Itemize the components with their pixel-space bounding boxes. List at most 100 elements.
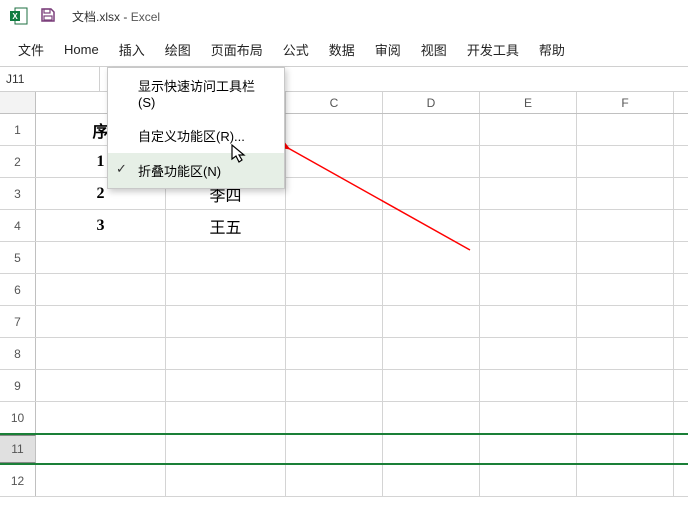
cell[interactable] [383, 274, 480, 305]
cell[interactable] [383, 435, 480, 463]
cell[interactable] [286, 402, 383, 433]
cell[interactable] [383, 210, 480, 241]
cell[interactable] [286, 242, 383, 273]
cell[interactable] [480, 146, 577, 177]
cell[interactable] [36, 306, 166, 337]
cell[interactable] [577, 146, 674, 177]
cell[interactable] [577, 435, 674, 463]
row-header[interactable]: 12 [0, 465, 36, 496]
row-header[interactable]: 7 [0, 306, 36, 337]
menu-file[interactable]: 文件 [8, 34, 54, 65]
cell[interactable] [286, 178, 383, 209]
cell[interactable] [36, 435, 166, 463]
cell[interactable] [577, 370, 674, 401]
cell[interactable] [383, 242, 480, 273]
menu-draw[interactable]: 绘图 [155, 34, 201, 65]
cell[interactable] [36, 242, 166, 273]
cell[interactable] [577, 178, 674, 209]
cell[interactable] [36, 465, 166, 496]
row-header[interactable]: 2 [0, 146, 36, 177]
menu-data[interactable]: 数据 [319, 34, 365, 65]
cell[interactable] [480, 178, 577, 209]
menu-layout[interactable]: 页面布局 [201, 34, 273, 65]
cell[interactable] [36, 274, 166, 305]
cell[interactable] [577, 306, 674, 337]
cell[interactable] [166, 402, 286, 433]
cell[interactable] [286, 370, 383, 401]
col-header-E[interactable]: E [480, 92, 577, 113]
cell[interactable] [286, 306, 383, 337]
cell[interactable] [480, 338, 577, 369]
cell[interactable] [577, 402, 674, 433]
cell[interactable] [480, 210, 577, 241]
row-header[interactable]: 5 [0, 242, 36, 273]
cell[interactable] [480, 114, 577, 145]
name-box[interactable]: J11 [0, 67, 100, 91]
row-header[interactable]: 4 [0, 210, 36, 241]
cell[interactable] [166, 338, 286, 369]
cell[interactable] [383, 306, 480, 337]
cell[interactable] [286, 210, 383, 241]
row-header[interactable]: 8 [0, 338, 36, 369]
select-all-corner[interactable] [0, 92, 36, 113]
cell[interactable] [286, 338, 383, 369]
col-header-F[interactable]: F [577, 92, 674, 113]
row-header[interactable]: 1 [0, 114, 36, 145]
cell[interactable] [383, 465, 480, 496]
ctx-show-qat[interactable]: 显示快速访问工具栏(S) [108, 68, 284, 118]
cell[interactable] [166, 435, 286, 463]
cell-A4[interactable]: 3 [36, 210, 166, 241]
cell[interactable] [286, 146, 383, 177]
cell[interactable] [480, 274, 577, 305]
cell[interactable] [480, 402, 577, 433]
cell[interactable] [36, 370, 166, 401]
save-icon[interactable] [40, 7, 58, 25]
cell[interactable] [286, 114, 383, 145]
row-header[interactable]: 3 [0, 178, 36, 209]
cell[interactable] [480, 242, 577, 273]
cell[interactable] [480, 465, 577, 496]
title-bar: X 文档.xlsx - Excel [0, 0, 688, 32]
cell[interactable] [577, 114, 674, 145]
row-header[interactable]: 9 [0, 370, 36, 401]
ctx-collapse-ribbon[interactable]: ✓ 折叠功能区(N) [108, 153, 284, 188]
cell[interactable] [480, 306, 577, 337]
row-header[interactable]: 10 [0, 402, 36, 433]
cell[interactable] [36, 402, 166, 433]
cell[interactable] [166, 274, 286, 305]
cell[interactable] [480, 435, 577, 463]
cell[interactable] [286, 465, 383, 496]
row-header[interactable]: 6 [0, 274, 36, 305]
ctx-customize-ribbon[interactable]: 自定义功能区(R)... [108, 118, 284, 153]
menu-insert[interactable]: 插入 [109, 34, 155, 65]
cell[interactable] [383, 114, 480, 145]
cell[interactable] [383, 338, 480, 369]
cell[interactable] [383, 402, 480, 433]
cell[interactable] [286, 274, 383, 305]
col-header-C[interactable]: C [286, 92, 383, 113]
cell[interactable] [36, 338, 166, 369]
cell[interactable] [577, 242, 674, 273]
menu-formulas[interactable]: 公式 [273, 34, 319, 65]
cell-B4[interactable]: 王五 [166, 210, 286, 241]
menu-review[interactable]: 审阅 [365, 34, 411, 65]
cell[interactable] [166, 306, 286, 337]
cell[interactable] [577, 274, 674, 305]
cell[interactable] [577, 210, 674, 241]
cell[interactable] [166, 242, 286, 273]
menu-help[interactable]: 帮助 [529, 34, 575, 65]
cell[interactable] [577, 465, 674, 496]
menu-view[interactable]: 视图 [411, 34, 457, 65]
cell[interactable] [166, 370, 286, 401]
menu-developer[interactable]: 开发工具 [457, 34, 529, 65]
col-header-D[interactable]: D [383, 92, 480, 113]
cell[interactable] [383, 370, 480, 401]
cell[interactable] [166, 465, 286, 496]
row-header[interactable]: 11 [0, 435, 36, 463]
cell[interactable] [480, 370, 577, 401]
cell[interactable] [577, 338, 674, 369]
cell[interactable] [286, 435, 383, 463]
cell[interactable] [383, 146, 480, 177]
menu-home[interactable]: Home [54, 36, 109, 63]
cell[interactable] [383, 178, 480, 209]
